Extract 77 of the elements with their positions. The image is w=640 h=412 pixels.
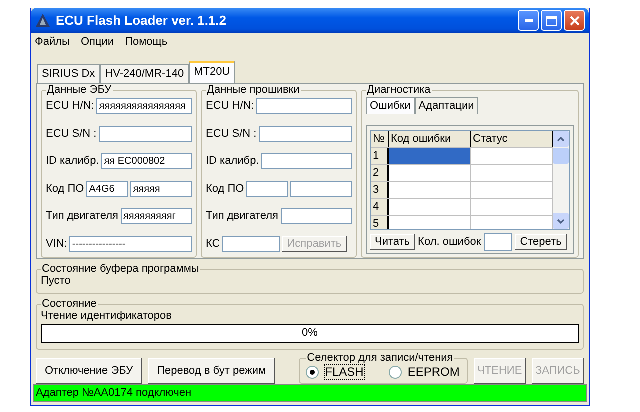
input-field[interactable] xyxy=(246,180,288,197)
input-field[interactable] xyxy=(290,180,352,197)
row-header: 4 xyxy=(371,199,389,215)
window-title: ECU Flash Loader ver. 1.1.2 xyxy=(56,13,228,28)
menu-item[interactable]: Файлы xyxy=(35,36,70,50)
input-field[interactable]: A4G6 xyxy=(86,180,128,197)
status-text: Чтение идентификаторов xyxy=(41,310,173,322)
radio-label[interactable]: FLASH xyxy=(324,364,365,380)
scroll-down-button[interactable] xyxy=(553,213,569,229)
field-label: Тип двигателя xyxy=(206,210,278,222)
field-label: КС xyxy=(206,238,220,250)
tab[interactable]: HV-240/MR-140 xyxy=(100,64,190,83)
field-label: ID калибр. xyxy=(46,155,100,168)
input-field[interactable] xyxy=(261,153,352,170)
field-label: Код ПО xyxy=(46,182,84,195)
field-label: ECU H/N: xyxy=(206,100,254,112)
field-label: VIN: xyxy=(46,238,68,250)
input-field[interactable]: ---------------- xyxy=(69,236,192,252)
input-field[interactable] xyxy=(258,126,352,142)
field-label: ECU S/N : xyxy=(206,128,257,140)
scrollbar[interactable] xyxy=(553,131,569,229)
radio-label[interactable]: EEPROM xyxy=(406,364,461,380)
radio-button[interactable] xyxy=(388,366,402,378)
action-button[interactable]: Перевод в бут режим xyxy=(148,358,276,384)
maximize-button[interactable] xyxy=(541,10,562,31)
minimize-button[interactable] xyxy=(518,10,539,31)
status-text: Пусто xyxy=(41,275,72,287)
menu-item[interactable]: Опции xyxy=(80,36,114,50)
scroll-thumb[interactable] xyxy=(553,148,569,164)
field-label: Тип двигателя xyxy=(46,210,118,222)
row-header: 3 xyxy=(371,182,389,198)
group-title: Диагностика xyxy=(366,84,432,96)
tab[interactable]: MT20U xyxy=(189,61,236,83)
row-header: 1 xyxy=(371,148,389,164)
input-field[interactable]: яяяяяяяяяяяяяяяя xyxy=(96,98,192,114)
field-label: ID калибр. xyxy=(206,155,260,168)
input-field[interactable]: яяяяя xyxy=(130,180,192,197)
tab[interactable]: Ошибки xyxy=(366,97,415,114)
read-button[interactable]: Читать xyxy=(370,234,416,250)
field-label: ECU H/N: xyxy=(46,100,94,112)
column-header: Код ошибки xyxy=(389,131,471,147)
progress-label: 0% xyxy=(302,327,318,339)
close-icon xyxy=(570,16,580,26)
field-label: Код ПО xyxy=(206,182,244,195)
input-field[interactable] xyxy=(256,98,352,114)
maximize-icon xyxy=(546,16,557,26)
group-title: Данные прошивки xyxy=(206,84,301,96)
status-text: Адаптер №AA0174 подключен xyxy=(36,387,192,399)
app-icon xyxy=(35,12,51,28)
scroll-up-button[interactable] xyxy=(553,131,569,147)
column-header: № xyxy=(371,131,389,147)
group-title: Состояние буфера программы xyxy=(41,263,200,275)
chevron-up-icon xyxy=(557,136,565,142)
erase-button[interactable]: Стереть xyxy=(515,234,567,250)
row-header: 5 xyxy=(371,216,389,229)
chevron-down-icon xyxy=(557,218,565,224)
table-cell[interactable] xyxy=(389,148,471,164)
input-field[interactable] xyxy=(222,236,280,252)
field-label: Кол. ошибок xyxy=(418,236,482,248)
menu-item[interactable]: Помощь xyxy=(125,36,168,50)
tab[interactable]: Адаптации xyxy=(414,97,478,114)
row-header: 2 xyxy=(371,165,389,181)
close-button[interactable] xyxy=(564,10,585,31)
input-field[interactable] xyxy=(98,126,192,142)
input-field[interactable] xyxy=(280,208,352,224)
input-field[interactable]: яяяяяяяяяг xyxy=(120,208,192,224)
column-header: Статус xyxy=(471,131,553,147)
group-title: Селектор для записи/чтения xyxy=(306,352,454,364)
field-label: ECU S/N : xyxy=(46,128,97,140)
tab[interactable]: SIRIUS Dx xyxy=(37,64,100,83)
action-button[interactable]: Отключение ЭБУ xyxy=(36,358,142,384)
group-title: Данные ЭБУ xyxy=(46,84,113,96)
group-title: Состояние xyxy=(41,298,98,310)
input-field[interactable]: яя EC000802 xyxy=(101,153,192,170)
input-field[interactable] xyxy=(484,233,512,251)
minimize-icon xyxy=(524,19,532,22)
radio-button[interactable] xyxy=(306,366,320,378)
